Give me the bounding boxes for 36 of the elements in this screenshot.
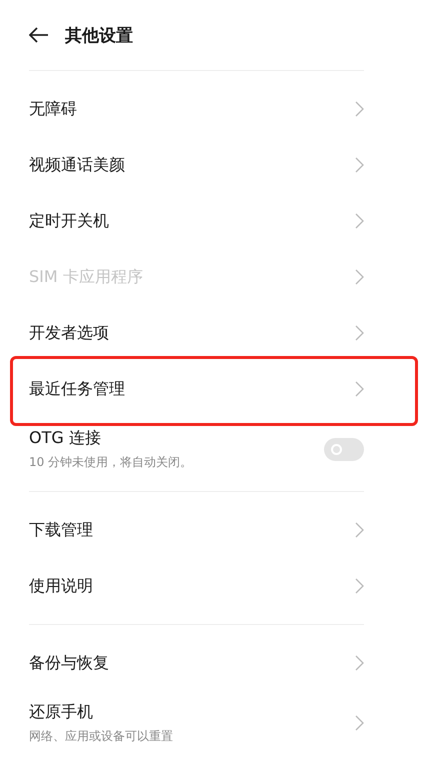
toggle-switch[interactable] — [324, 438, 364, 460]
page-title: 其他设置 — [65, 24, 133, 46]
settings-item[interactable]: 下载管理 — [29, 502, 364, 558]
settings-item[interactable]: 还原手机 网络、应用或设备可以重置 — [29, 691, 364, 755]
chevron-icon — [355, 269, 364, 285]
chevron-icon — [355, 522, 364, 538]
chevron-icon — [355, 578, 364, 594]
item-label: 还原手机 — [29, 702, 94, 722]
chevron-icon — [355, 715, 364, 731]
settings-item[interactable]: 使用说明 — [29, 558, 364, 614]
chevron-icon — [355, 101, 364, 117]
settings-item[interactable]: 开发者选项 — [29, 305, 364, 361]
item-label: 备份与恢复 — [29, 652, 109, 674]
settings-item[interactable]: 最近任务管理 — [29, 361, 364, 417]
item-label: 无障碍 — [29, 98, 77, 120]
item-label: 使用说明 — [29, 576, 93, 596]
item-description: 10 分钟未使用，将自动关闭。 — [29, 454, 192, 470]
item-description: 网络、应用或设备可以重置 — [29, 728, 173, 744]
item-label: 开发者选项 — [29, 322, 109, 344]
settings-item[interactable]: 视频通话美颜 — [29, 137, 364, 193]
item-label: 最近任务管理 — [29, 378, 125, 400]
item-label: 下载管理 — [29, 520, 93, 540]
settings-item[interactable]: OTG 连接 10 分钟未使用，将自动关闭。 — [29, 417, 364, 481]
chevron-icon — [355, 381, 364, 397]
chevron-icon — [355, 213, 364, 229]
item-label: SIM 卡应用程序 — [29, 266, 143, 288]
settings-item[interactable]: 无障碍 — [29, 81, 364, 137]
chevron-icon — [355, 157, 364, 173]
chevron-icon — [355, 655, 364, 671]
item-label: OTG 连接 — [29, 428, 102, 448]
chevron-icon — [355, 325, 364, 341]
item-label: 视频通话美颜 — [29, 154, 125, 176]
settings-item[interactable]: 定时开关机 — [29, 193, 364, 249]
back-button[interactable] — [29, 27, 49, 43]
item-label: 定时开关机 — [29, 210, 109, 232]
settings-item[interactable]: 备份与恢复 — [29, 635, 364, 691]
